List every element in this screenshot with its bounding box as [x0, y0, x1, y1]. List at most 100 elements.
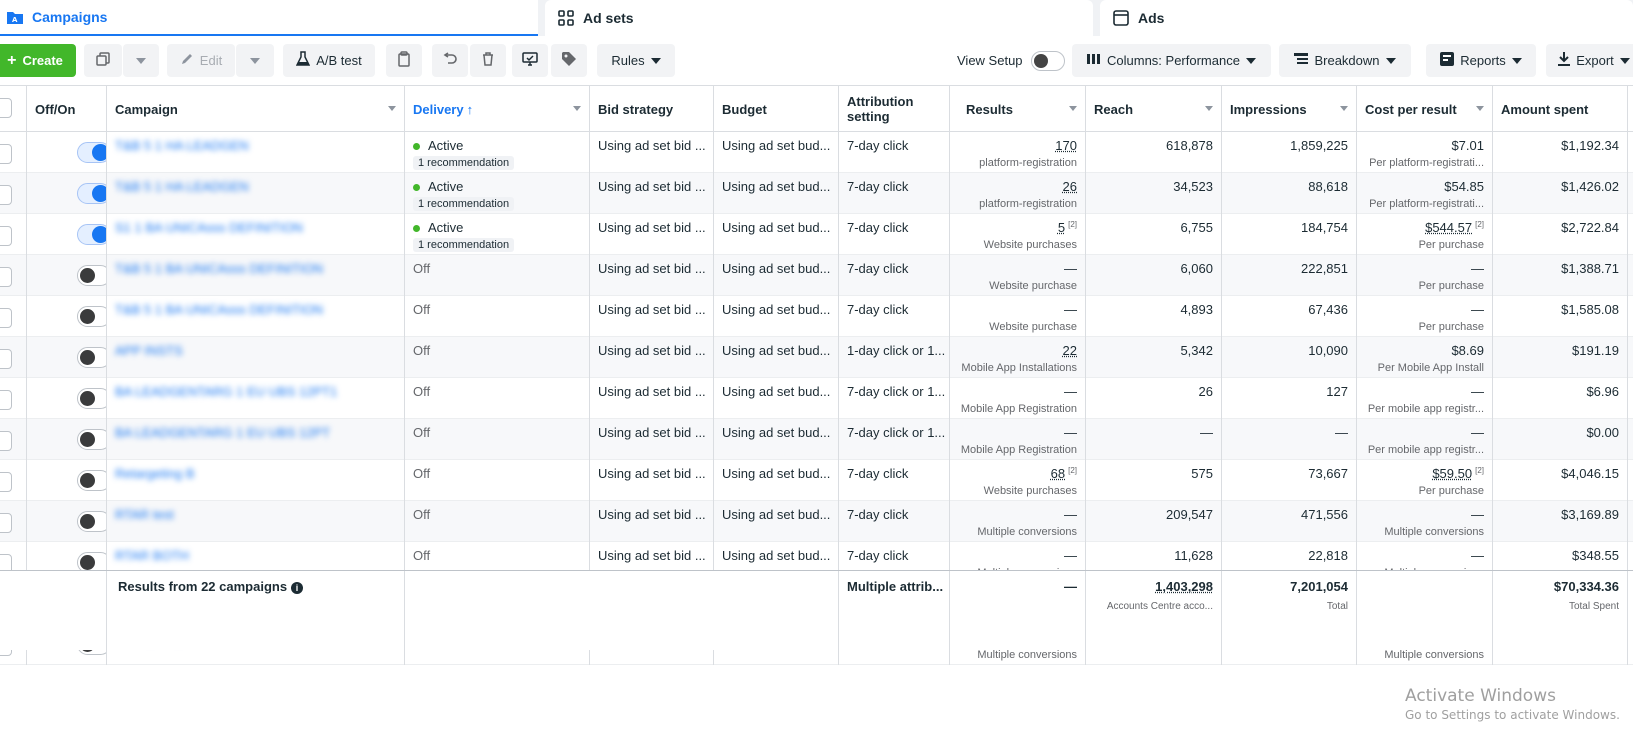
row-checkbox[interactable] [0, 308, 12, 328]
sort-icon[interactable] [1340, 106, 1348, 111]
campaign-name-link[interactable]: S1 1 BA UNICAsss DEFINITION [115, 220, 303, 235]
download-icon [1558, 52, 1571, 69]
select-all-checkbox[interactable] [0, 98, 12, 118]
campaign-toggle[interactable] [77, 183, 106, 204]
tab-campaigns[interactable]: A Campaigns [0, 0, 538, 36]
ab-test-button[interactable]: A/B test [283, 44, 375, 77]
recommendation-badge[interactable]: 1 recommendation [413, 156, 515, 170]
duplicate-dropdown-button[interactable] [123, 44, 159, 77]
col-header-budget[interactable]: Budget [714, 86, 839, 132]
bid-strategy-cell: Using ad set bid ... [590, 378, 714, 419]
col-header-attribution[interactable]: Attribution setting [839, 86, 950, 132]
col-header-impressions[interactable]: Impressions [1222, 86, 1357, 132]
results-type: Website purchase [989, 280, 1077, 292]
row-checkbox[interactable] [0, 472, 12, 492]
campaign-toggle[interactable] [77, 224, 106, 245]
create-button[interactable]: + Create [0, 44, 76, 77]
clipboard-button[interactable] [386, 44, 422, 77]
row-checkbox[interactable] [0, 185, 12, 205]
col-header-delivery[interactable]: Delivery ↑ [405, 86, 590, 132]
row-checkbox[interactable] [0, 513, 12, 533]
row-checkbox[interactable] [0, 144, 12, 164]
cost-per-result-number[interactable]: $544.57 [1425, 220, 1472, 235]
info-icon[interactable]: i [291, 582, 304, 594]
columns-label: Columns: Performance [1107, 53, 1240, 68]
export-button[interactable]: Export [1546, 44, 1633, 77]
col-header-amount-spent[interactable]: Amount spent [1493, 86, 1628, 132]
campaign-name-link[interactable]: T&B 5 1 HA LEADGEN [115, 179, 249, 194]
watermark-line1: Activate Windows [1405, 686, 1556, 706]
results-number[interactable]: 22 [1063, 343, 1077, 358]
sort-icon[interactable] [388, 106, 396, 111]
row-select-cell [0, 255, 27, 296]
row-select-cell [0, 173, 27, 214]
tab-ad-sets[interactable]: Ad sets [545, 0, 1093, 36]
col-header-campaign[interactable]: Campaign [107, 86, 405, 132]
attribution-cell: 7-day click [839, 214, 950, 255]
preview-button[interactable] [512, 44, 548, 77]
reach-cell: 26 [1086, 378, 1222, 419]
campaign-toggle[interactable] [77, 470, 106, 491]
results-number[interactable]: 5 [1058, 220, 1065, 235]
delete-button[interactable] [470, 44, 506, 77]
tab-campaigns-label: Campaigns [32, 9, 108, 25]
sort-icon[interactable] [1205, 106, 1213, 111]
campaign-toggle[interactable] [77, 388, 106, 409]
breakdown-button[interactable]: Breakdown [1279, 44, 1411, 77]
tag-button[interactable] [551, 44, 587, 77]
columns-button[interactable]: Columns: Performance [1072, 44, 1271, 77]
table-header: Off/On Campaign Delivery ↑ Bid strategy B… [0, 86, 1633, 132]
recommendation-badge[interactable]: 1 recommendation [413, 238, 515, 252]
view-setup-label: View Setup [957, 53, 1023, 68]
tab-ads[interactable]: Ads [1100, 0, 1633, 36]
campaign-name-link[interactable]: Retargeting B [115, 466, 195, 481]
rules-button[interactable]: Rules [597, 44, 675, 77]
sort-icon[interactable] [1069, 106, 1077, 111]
sort-icon[interactable] [573, 106, 581, 111]
col-header-cost-per-result[interactable]: Cost per result [1357, 86, 1493, 132]
campaign-toggle[interactable] [77, 347, 106, 368]
campaign-name-link[interactable]: BA LEADGENTARG 1 EU UBS 12PT [115, 425, 330, 440]
reach-cell: 6,060 [1086, 255, 1222, 296]
row-checkbox[interactable] [0, 349, 12, 369]
edit-button[interactable]: Edit [167, 44, 235, 77]
results-number: — [1064, 261, 1077, 276]
reports-button[interactable]: Reports [1426, 44, 1536, 77]
results-number[interactable]: 170 [1055, 138, 1077, 153]
cost-per-result-number[interactable]: $59.50 [1432, 466, 1472, 481]
campaign-name-link[interactable]: T&B 5 1 BA UNICAsss DEFINITION [115, 261, 323, 276]
campaign-toggle[interactable] [77, 142, 106, 163]
row-checkbox[interactable] [0, 390, 12, 410]
results-number[interactable]: 26 [1063, 179, 1077, 194]
delivery-status-text: Off [413, 507, 431, 522]
view-setup-switch[interactable] [1030, 50, 1065, 71]
campaign-name-link[interactable]: RTAR BOTH [115, 548, 189, 563]
campaign-toggle[interactable] [77, 306, 106, 327]
row-checkbox[interactable] [0, 431, 12, 451]
campaign-toggle[interactable] [77, 265, 106, 286]
duplicate-button[interactable] [84, 44, 122, 77]
campaign-name-link[interactable]: BA LEADGENTARG 1 EU UBS 12PT1 [115, 384, 337, 399]
col-header-bid-strategy[interactable]: Bid strategy [590, 86, 714, 132]
view-setup-toggle[interactable]: View Setup [957, 44, 1065, 77]
col-header-off-on[interactable]: Off/On [27, 86, 107, 132]
row-checkbox[interactable] [0, 267, 12, 287]
col-header-results[interactable]: Results [950, 86, 1086, 132]
summary-reach[interactable]: 1,403,298 [1155, 579, 1213, 594]
results-footnote: [2] [1068, 466, 1077, 475]
row-select-cell [0, 132, 27, 173]
campaign-name-link[interactable]: APP INSTS [115, 343, 183, 358]
undo-button[interactable] [432, 44, 468, 77]
row-checkbox[interactable] [0, 226, 12, 246]
campaign-name-link[interactable]: T&B 5 1 HA LEADGEN [115, 138, 249, 153]
campaign-toggle[interactable] [77, 511, 106, 532]
campaign-toggle[interactable] [77, 429, 106, 450]
sort-icon[interactable] [1476, 106, 1484, 111]
campaign-name-link[interactable]: RTAR test [115, 507, 174, 522]
recommendation-badge[interactable]: 1 recommendation [413, 197, 515, 211]
col-header-reach[interactable]: Reach [1086, 86, 1222, 132]
cost-per-result-number: — [1471, 302, 1484, 317]
edit-dropdown-button[interactable] [236, 44, 274, 77]
campaign-name-link[interactable]: T&B 5 1 BA UNICAsss DEFINITION [115, 302, 323, 317]
results-number[interactable]: 68 [1051, 466, 1065, 481]
